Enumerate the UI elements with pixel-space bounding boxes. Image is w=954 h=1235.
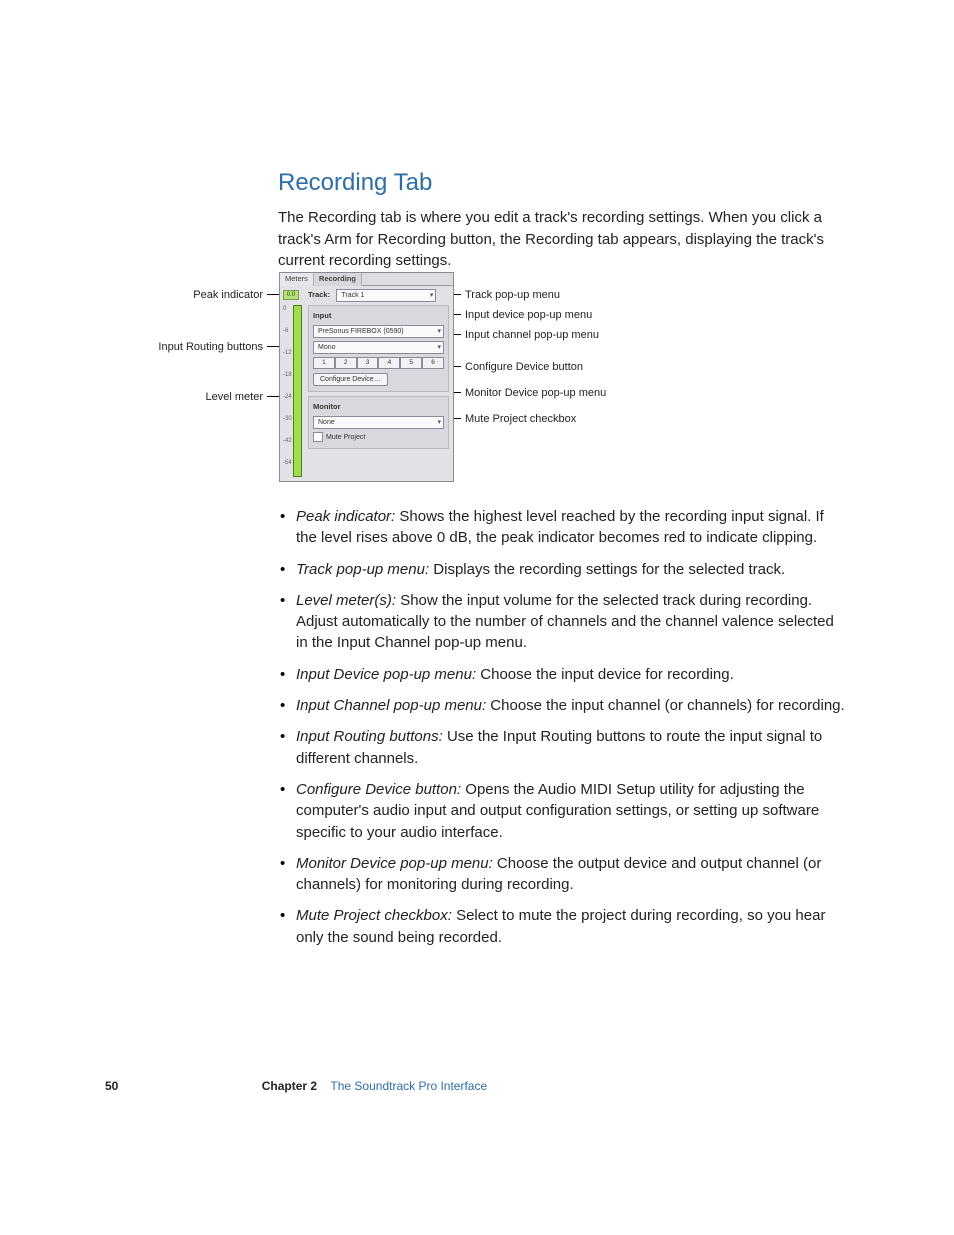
definition-item: Track pop-up menu: Displays the recordin…: [278, 559, 848, 580]
definition-desc: Choose the input device for recording.: [476, 666, 734, 683]
input-label: Input: [313, 311, 331, 322]
callout-input-channel-popup: Input channel pop-up menu: [465, 328, 599, 344]
meter-tick: -18: [283, 371, 292, 380]
definition-item: Monitor Device pop-up menu: Choose the o…: [278, 853, 848, 896]
callout-mute-project-checkbox: Mute Project checkbox: [465, 412, 576, 428]
definition-item: Input Channel pop-up menu: Choose the in…: [278, 695, 848, 716]
callout-track-popup: Track pop-up menu: [465, 288, 560, 304]
recording-panel: MetersRecording 0.0 0 -6 -12 -18 -24 -30…: [279, 272, 454, 482]
configure-device-button[interactable]: Configure Device…: [313, 373, 388, 386]
input-channel-popup[interactable]: Mono: [313, 341, 444, 354]
meter-tick: -30: [283, 415, 292, 424]
meter-tick: -6: [283, 327, 288, 336]
peak-indicator: 0.0: [283, 290, 299, 300]
definition-desc: Displays the recording settings for the …: [429, 561, 785, 578]
definition-term: Input Channel pop-up menu:: [296, 697, 486, 714]
input-section: Input PreSonus FIREBOX (0590) Mono 1 2 3…: [308, 305, 449, 392]
input-device-popup[interactable]: PreSonus FIREBOX (0590): [313, 325, 444, 338]
routing-button[interactable]: 2: [335, 357, 357, 369]
definition-term: Track pop-up menu:: [296, 561, 429, 578]
meter-tick: -54: [283, 459, 292, 468]
definition-term: Configure Device button:: [296, 781, 461, 798]
routing-button[interactable]: 5: [400, 357, 422, 369]
track-popup-menu[interactable]: Track 1: [336, 289, 436, 302]
definition-item: Configure Device button: Opens the Audio…: [278, 779, 848, 843]
callout-monitor-device-popup: Monitor Device pop-up menu: [465, 386, 606, 402]
input-routing-buttons: 1 2 3 4 5 6: [313, 357, 444, 369]
level-meter: 0 -6 -12 -18 -24 -30 -42 -54: [283, 305, 303, 477]
definition-desc: Choose the input channel (or channels) f…: [486, 697, 845, 714]
meter-tick: -12: [283, 349, 292, 358]
definition-term: Input Routing buttons:: [296, 728, 443, 745]
definition-item: Input Routing buttons: Use the Input Rou…: [278, 726, 848, 769]
figure-recording-tab: Peak indicator Input Routing buttons Lev…: [155, 272, 855, 492]
definition-term: Monitor Device pop-up menu:: [296, 855, 493, 872]
routing-button[interactable]: 1: [313, 357, 335, 369]
chapter-label: Chapter 2: [262, 1079, 317, 1093]
definition-item: Peak indicator: Shows the highest level …: [278, 506, 848, 549]
meter-tick: -24: [283, 393, 292, 402]
definition-term: Peak indicator:: [296, 508, 395, 525]
definition-item: Level meter(s): Show the input volume fo…: [278, 590, 848, 654]
callout-input-routing-buttons: Input Routing buttons: [155, 340, 263, 356]
monitor-device-popup[interactable]: None: [313, 416, 444, 429]
callout-level-meter: Level meter: [155, 390, 263, 406]
monitor-label: Monitor: [313, 402, 341, 413]
meter-tick: 0: [283, 305, 286, 314]
routing-button[interactable]: 3: [357, 357, 379, 369]
definition-term: Level meter(s):: [296, 592, 396, 609]
monitor-section: Monitor None Mute Project: [308, 396, 449, 449]
page-footer: 50 Chapter 2 The Soundtrack Pro Interfac…: [105, 1078, 845, 1095]
definition-term: Mute Project checkbox:: [296, 907, 452, 924]
tab-meters[interactable]: Meters: [280, 273, 314, 286]
callout-input-device-popup: Input device pop-up menu: [465, 308, 592, 324]
routing-button[interactable]: 6: [422, 357, 444, 369]
callout-configure-device-button: Configure Device button: [465, 360, 583, 376]
definition-item: Mute Project checkbox: Select to mute th…: [278, 905, 848, 948]
meter-tick: -42: [283, 437, 292, 446]
mute-project-label: Mute Project: [326, 434, 365, 441]
section-heading: Recording Tab: [278, 166, 848, 201]
mute-project-checkbox[interactable]: Mute Project: [313, 432, 444, 443]
routing-button[interactable]: 4: [378, 357, 400, 369]
definition-term: Input Device pop-up menu:: [296, 666, 476, 683]
page-number: 50: [105, 1079, 118, 1093]
definition-item: Input Device pop-up menu: Choose the inp…: [278, 664, 848, 685]
tab-recording[interactable]: Recording: [314, 273, 362, 286]
intro-paragraph: The Recording tab is where you edit a tr…: [278, 207, 848, 272]
callout-peak-indicator: Peak indicator: [155, 288, 263, 304]
track-label: Track:: [308, 290, 330, 301]
definition-list: Peak indicator: Shows the highest level …: [278, 506, 848, 948]
chapter-title: The Soundtrack Pro Interface: [330, 1079, 487, 1093]
